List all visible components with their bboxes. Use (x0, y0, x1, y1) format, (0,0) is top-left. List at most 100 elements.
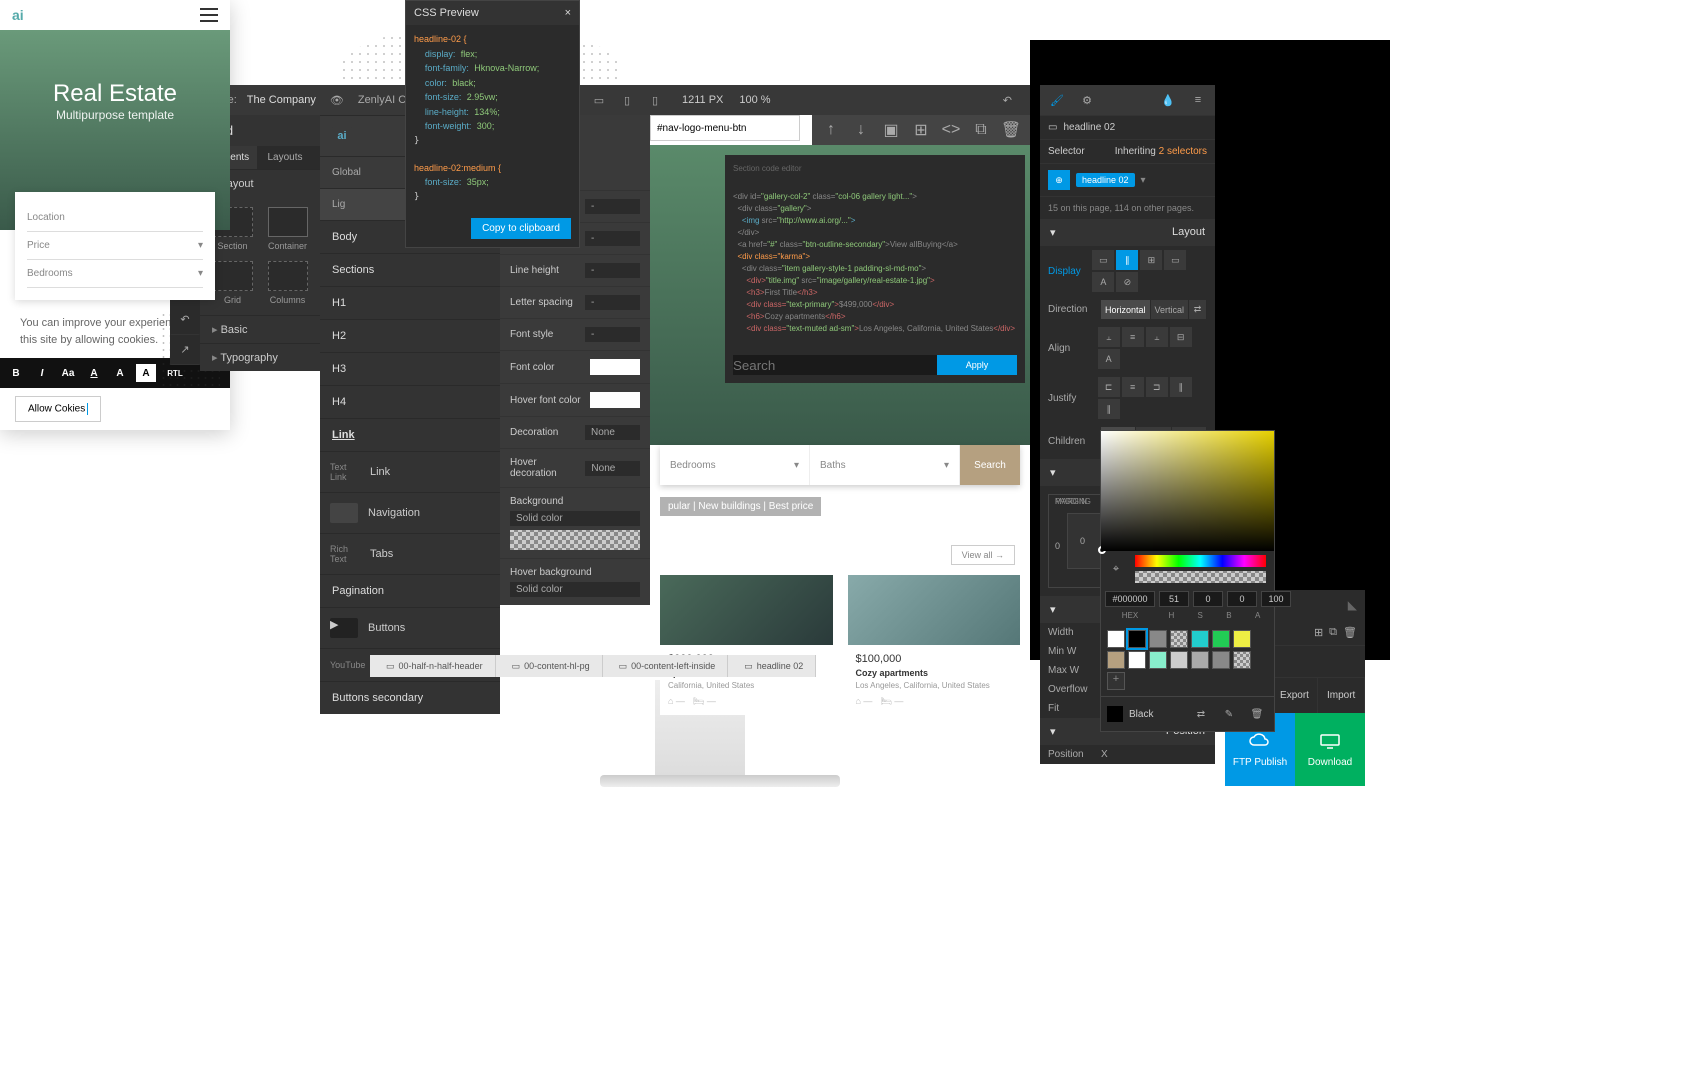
position-value[interactable]: X (1101, 749, 1108, 760)
copy-clipboard-button[interactable]: Copy to clipboard (471, 218, 571, 239)
background-swatch[interactable] (510, 530, 640, 550)
up-icon[interactable]: ↑ (820, 119, 842, 141)
delete-page-icon[interactable]: 🗑 (1343, 626, 1357, 639)
bedrooms-field[interactable]: Bedrooms▾ (27, 260, 203, 288)
align-end-icon[interactable]: ⫠ (1146, 327, 1168, 347)
selector-input[interactable] (650, 115, 800, 141)
highlight-icon[interactable]: A (136, 364, 156, 382)
pagination-item[interactable]: Pagination (320, 574, 500, 607)
breadcrumb-item[interactable]: ▭ 00-half-n-half-header (370, 655, 496, 677)
italic-icon[interactable]: I (32, 364, 52, 382)
justify-center-icon[interactable]: ≡ (1122, 377, 1144, 397)
breadcrumb-item[interactable]: ▭ 00-content-left-inside (603, 655, 729, 677)
hex-input[interactable] (1105, 591, 1155, 607)
eyedropper-icon[interactable]: ⌖ (1105, 558, 1127, 580)
hover-decoration-value[interactable]: None (585, 461, 640, 476)
close-icon[interactable]: × (565, 7, 571, 19)
align-stretch-icon[interactable]: ⊟ (1170, 327, 1192, 347)
a-input[interactable] (1261, 591, 1291, 607)
swatch[interactable] (1212, 630, 1230, 648)
decoration-value[interactable]: None (585, 425, 640, 440)
navigation-item[interactable]: Navigation (320, 492, 500, 533)
swatch[interactable] (1212, 651, 1230, 669)
alpha-slider[interactable] (1135, 571, 1266, 583)
h-input[interactable] (1159, 591, 1189, 607)
display-flex-icon[interactable]: ∥ (1116, 250, 1138, 270)
swatch[interactable] (1191, 630, 1209, 648)
text-link-item[interactable]: Text LinkLink (320, 451, 500, 492)
swatch[interactable] (1107, 651, 1125, 669)
hamburger-icon[interactable] (200, 8, 218, 22)
open-icon[interactable]: ↗ (170, 335, 200, 365)
background-type[interactable]: Solid color (510, 511, 640, 526)
undo-icon[interactable]: ↶ (996, 89, 1018, 111)
selectors-count[interactable]: 2 selectors (1159, 146, 1207, 157)
display-hidden-icon[interactable]: ⊘ (1116, 272, 1138, 292)
swatch[interactable] (1149, 651, 1167, 669)
global-sections[interactable]: Sections (320, 253, 500, 286)
hover-font-color-swatch[interactable] (590, 392, 640, 408)
display-block-icon[interactable]: ▭ (1092, 250, 1114, 270)
justify-end-icon[interactable]: ⊐ (1146, 377, 1168, 397)
s-input[interactable] (1193, 591, 1223, 607)
global-h1[interactable]: H1 (320, 286, 500, 319)
filter-links[interactable]: pular | New buildings | Best price (660, 497, 821, 516)
element-columns[interactable]: Columns (265, 261, 310, 305)
gear-icon[interactable]: ⚙ (1076, 89, 1098, 111)
edit-icon[interactable]: ✎ (1218, 703, 1240, 725)
undo2-icon[interactable]: ↶ (170, 305, 200, 335)
breadcrumb-item[interactable]: ▭ 00-content-hl-pg (496, 655, 603, 677)
bedrooms-field[interactable]: Bedrooms▾ (660, 445, 810, 485)
color-area[interactable] (1101, 431, 1274, 551)
grid-view-icon[interactable]: ⊞ (1314, 626, 1323, 639)
search-button[interactable]: Search (960, 445, 1020, 485)
drops-icon[interactable]: 💧 (1157, 89, 1179, 111)
delete-icon[interactable]: 🗑 (1246, 703, 1268, 725)
location-field[interactable]: Location (27, 204, 203, 232)
direction-reverse-icon[interactable]: ⇄ (1189, 300, 1207, 319)
add-swatch-icon[interactable]: + (1107, 672, 1125, 690)
page-name[interactable]: The Company (247, 94, 316, 106)
brush-icon[interactable]: 🖌 (1046, 89, 1068, 111)
color-cursor[interactable] (1098, 546, 1106, 554)
hue-slider[interactable] (1135, 555, 1266, 567)
code-overlay[interactable]: Section code editor <div id="gallery-col… (725, 155, 1025, 383)
breadcrumb-item[interactable]: ▭ headline 02 (728, 655, 816, 677)
import-button[interactable]: Import (1318, 678, 1365, 713)
link-icon[interactable]: ⇄ (1190, 703, 1212, 725)
selector-chip[interactable]: headline 02 (1076, 173, 1135, 187)
font-size-value[interactable]: - (585, 199, 640, 214)
letter-spacing-value[interactable]: - (585, 295, 640, 310)
tabs-item[interactable]: Rich TextTabs (320, 533, 500, 574)
direction-vertical[interactable]: Vertical (1151, 300, 1190, 319)
allow-cookies-button[interactable]: Allow Cokies (15, 396, 101, 422)
copy-page-icon[interactable]: ⧉ (1329, 626, 1337, 639)
font-weight-value[interactable]: - (585, 231, 640, 246)
bookmark-icon[interactable]: ◣ (1348, 598, 1357, 612)
swatch[interactable] (1107, 630, 1125, 648)
property-card[interactable]: $100,000 Cozy apartments Los Angeles, Ca… (848, 575, 1021, 715)
swatch[interactable] (1128, 630, 1146, 648)
trash-icon[interactable]: 🗑 (1000, 119, 1022, 141)
view-all-link[interactable]: View all → (951, 545, 1015, 565)
grid-icon[interactable]: ⊞ (910, 119, 932, 141)
code-search-input[interactable] (733, 355, 937, 375)
display-inline-icon[interactable]: ▭ (1164, 250, 1186, 270)
swatch[interactable] (1233, 630, 1251, 648)
element-grid[interactable]: Grid (210, 261, 255, 305)
swatch[interactable] (1149, 630, 1167, 648)
global-h2[interactable]: H2 (320, 319, 500, 352)
down-icon[interactable]: ↓ (850, 119, 872, 141)
bold-icon[interactable]: B (6, 364, 26, 382)
section-layout[interactable]: Layout (1040, 219, 1215, 246)
swatch[interactable] (1191, 651, 1209, 669)
text-color-icon[interactable]: A (110, 364, 130, 382)
mobile-icon[interactable]: ▯ (644, 89, 666, 111)
baths-field[interactable]: Baths▾ (810, 445, 960, 485)
b-input[interactable] (1227, 591, 1257, 607)
image-icon[interactable]: ▣ (880, 119, 902, 141)
swatch[interactable] (1170, 651, 1188, 669)
property-card[interactable]: $000,000 apartments California, United S… (660, 575, 833, 715)
menu-icon[interactable]: ≡ (1187, 89, 1209, 111)
font-color-swatch[interactable] (590, 359, 640, 375)
